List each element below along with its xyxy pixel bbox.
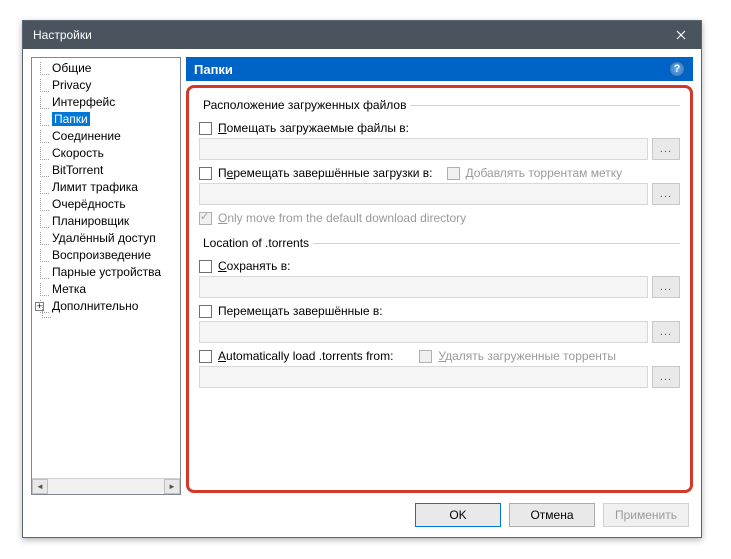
sidebar-item-label: Лимит трафика (52, 180, 138, 194)
label-put-downloads: ППомещать загружаемые файлы в:омещать за… (218, 121, 409, 135)
scroll-right-icon[interactable]: ► (164, 479, 180, 494)
sidebar-item-4[interactable]: Соединение (34, 128, 180, 145)
browse-autoload-button[interactable]: ... (652, 366, 680, 388)
sidebar-item-label: Удалённый доступ (52, 231, 156, 245)
sidebar-item-1[interactable]: Privacy (34, 77, 180, 94)
group-torrents-location: Location of .torrents Сохранять в: Сохра… (199, 236, 680, 394)
sidebar-item-label: Дополнительно (52, 299, 138, 313)
checkbox-move-done-torrents[interactable] (199, 305, 212, 318)
section-header: Папки ? (186, 57, 693, 81)
sidebar-item-label: Метка (52, 282, 86, 296)
label-autoload: Automatically load .torrents from: (218, 349, 393, 363)
browse-move-button[interactable]: ... (652, 183, 680, 205)
sidebar-item-3[interactable]: Папки (34, 111, 180, 128)
section-title: Папки (194, 62, 233, 77)
apply-button: Применить (603, 503, 689, 527)
sidebar-item-label: Privacy (52, 78, 91, 92)
browse-save-button[interactable]: ... (652, 276, 680, 298)
category-tree[interactable]: Общие Privacy Интерфейс Папки Соединение Скор… (31, 57, 181, 495)
settings-window: Настройки Общие Privacy Интерфейс Папки Соед… (22, 20, 702, 538)
label-add-label: Добавлять торрентам метку (466, 166, 623, 180)
group2-legend: Location of .torrents (199, 236, 313, 250)
sidebar-item-9[interactable]: Планировщик (34, 213, 180, 230)
input-put-path[interactable] (199, 138, 648, 160)
sidebar-item-5[interactable]: Скорость (34, 145, 180, 162)
input-move-done-path[interactable] (199, 321, 648, 343)
input-move-path[interactable] (199, 183, 648, 205)
cancel-button[interactable]: Отмена (509, 503, 595, 527)
sidebar-item-label: Скорость (52, 146, 104, 160)
titlebar: Настройки (23, 21, 701, 49)
browse-move-done-button[interactable]: ... (652, 321, 680, 343)
checkbox-add-label (447, 167, 460, 180)
sidebar-item-label: Воспроизведение (52, 248, 151, 262)
checkbox-save-torrents[interactable] (199, 260, 212, 273)
sidebar-item-label: Папки (52, 112, 90, 126)
label-move-done-torrents: Перемещать завершённые в: (218, 304, 383, 318)
sidebar-item-10[interactable]: Удалённый доступ (34, 230, 180, 247)
close-icon (676, 30, 686, 40)
sidebar-item-label: BitTorrent (52, 163, 103, 177)
group1-legend: Расположение загруженных файлов (199, 98, 410, 112)
sidebar-item-label: Общие (52, 61, 91, 75)
checkbox-autoload[interactable] (199, 350, 212, 363)
label-move-completed: Перемещать завершённые загрузки в: (218, 166, 433, 180)
sidebar-item-7[interactable]: Лимит трафика (34, 179, 180, 196)
help-icon[interactable]: ? (669, 61, 685, 77)
sidebar-item-8[interactable]: Очерёдность (34, 196, 180, 213)
label-only-move-default: Only move from the default download dire… (218, 211, 466, 225)
input-save-path[interactable] (199, 276, 648, 298)
group-downloaded-location: Расположение загруженных файлов ППомещат… (199, 98, 680, 228)
sidebar-item-label: Парные устройства (52, 265, 161, 279)
sidebar-item-14[interactable]: + Дополнительно (34, 298, 180, 315)
sidebar-item-12[interactable]: Парные устройства (34, 264, 180, 281)
input-autoload-path[interactable] (199, 366, 648, 388)
window-title: Настройки (33, 28, 92, 42)
sidebar-item-label: Очерёдность (52, 197, 126, 211)
dialog-buttons: OK Отмена Применить (415, 503, 689, 527)
browse-put-button[interactable]: ... (652, 138, 680, 160)
sidebar-item-13[interactable]: Метка (34, 281, 180, 298)
expander-icon[interactable]: + (35, 302, 44, 311)
label-save-torrents: Сохранять в: (218, 259, 290, 273)
sidebar-item-label: Планировщик (52, 214, 129, 228)
scroll-left-icon[interactable]: ◄ (32, 479, 48, 494)
sidebar-item-label: Интерфейс (52, 95, 115, 109)
sidebar-hscroll[interactable]: ◄ ► (32, 478, 180, 494)
checkbox-put-downloads[interactable] (199, 122, 212, 135)
checkbox-only-move-default (199, 212, 212, 225)
sidebar-item-11[interactable]: Воспроизведение (34, 247, 180, 264)
sidebar-item-label: Соединение (52, 129, 121, 143)
ok-button[interactable]: OK (415, 503, 501, 527)
checkbox-move-completed[interactable] (199, 167, 212, 180)
content-panel: Расположение загруженных файлов ППомещат… (186, 85, 693, 493)
sidebar-item-6[interactable]: BitTorrent (34, 162, 180, 179)
label-delete-loaded: Удалять загруженные торренты (438, 349, 616, 363)
checkbox-delete-loaded (419, 350, 432, 363)
close-button[interactable] (661, 21, 701, 49)
sidebar-item-0[interactable]: Общие (34, 60, 180, 77)
sidebar-item-2[interactable]: Интерфейс (34, 94, 180, 111)
